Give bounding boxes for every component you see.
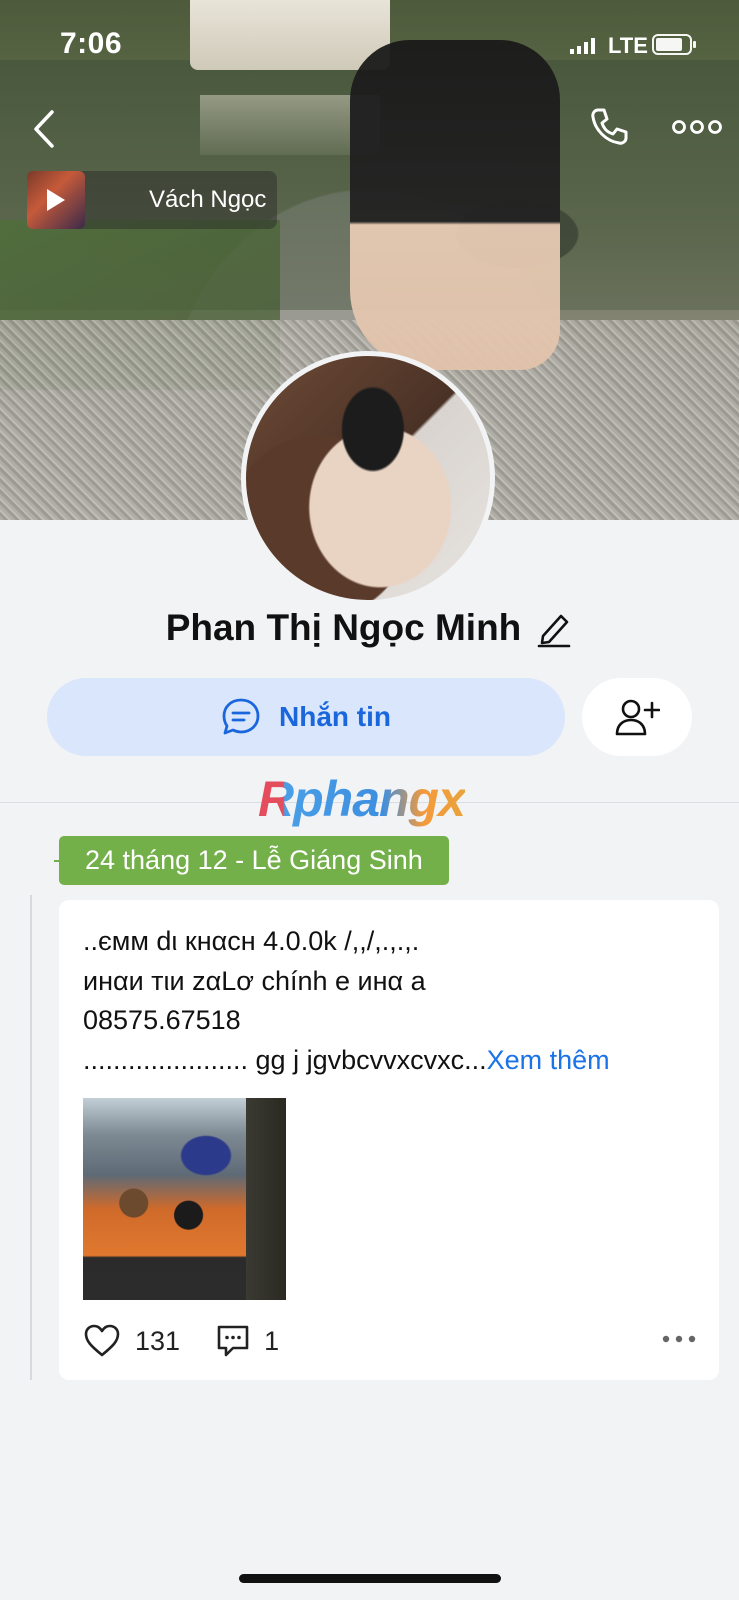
comment-count: 1 <box>264 1325 280 1356</box>
profile-name-row: Phan Thị Ngọc Minh <box>0 600 739 656</box>
post-actions: 131 1 <box>83 1320 703 1362</box>
message-button-label: Nhắn tin <box>279 701 391 732</box>
chat-icon <box>222 698 260 735</box>
post-line: ..ємм dι кнαcн 4.0.0k /,,/,.,.,. <box>83 926 420 956</box>
post-line: 08575.67518 <box>83 1005 241 1035</box>
battery-icon <box>652 34 696 55</box>
see-more-link[interactable]: Xem thêm <box>487 1045 610 1075</box>
timeline-date-label: 24 tháng 12 - Lễ Giáng Sinh <box>59 836 449 885</box>
post-line-last: ...................... gg j jgvbcvvxcvxc… <box>83 1041 703 1081</box>
post-photo[interactable] <box>83 1098 286 1300</box>
comment-icon <box>217 1325 249 1357</box>
play-icon[interactable] <box>47 189 65 211</box>
post-more-icon[interactable] <box>661 1328 697 1350</box>
like-count: 131 <box>135 1325 181 1356</box>
add-friend-icon <box>615 699 660 736</box>
add-friend-button[interactable] <box>582 678 692 756</box>
music-title: Vách Ngọc <box>149 186 267 213</box>
more-icon[interactable] <box>672 118 722 136</box>
post-text[interactable]: ..ємм dι кнαcн 4.0.0k /,,/,.,.,. инαи тι… <box>83 922 703 1080</box>
status-time: 7:06 <box>60 27 123 60</box>
watermark-logo: Rphangx <box>258 771 466 827</box>
timeline-line <box>30 895 32 1380</box>
post-line-text: ...................... gg j jgvbcvvxcvxc… <box>83 1044 487 1075</box>
post-card[interactable]: ..ємм dι кнαcн 4.0.0k /,,/,.,.,. инαи тι… <box>59 900 719 1380</box>
home-indicator[interactable] <box>239 1574 501 1583</box>
phone-icon[interactable] <box>588 106 630 148</box>
network-label: LTE <box>608 33 648 58</box>
profile-music[interactable]: Vách Ngọc <box>27 171 277 229</box>
heart-icon[interactable] <box>83 1324 121 1358</box>
back-icon[interactable] <box>28 108 62 150</box>
photo-tree <box>246 1098 286 1300</box>
edit-icon[interactable] <box>535 608 573 648</box>
avatar[interactable] <box>241 351 495 605</box>
photo-motorbike <box>171 1128 241 1183</box>
post-line: инαи тιи zαLơ chính e инα a <box>83 965 426 996</box>
message-button[interactable]: Nhắn tin <box>47 678 565 756</box>
comment-button[interactable]: 1 <box>216 1324 279 1358</box>
profile-name: Phan Thị Ngọc Minh <box>165 607 522 648</box>
music-thumbnail[interactable] <box>27 171 85 229</box>
status-bar: 7:06 LTE <box>0 0 739 90</box>
signal-icon <box>570 38 595 54</box>
